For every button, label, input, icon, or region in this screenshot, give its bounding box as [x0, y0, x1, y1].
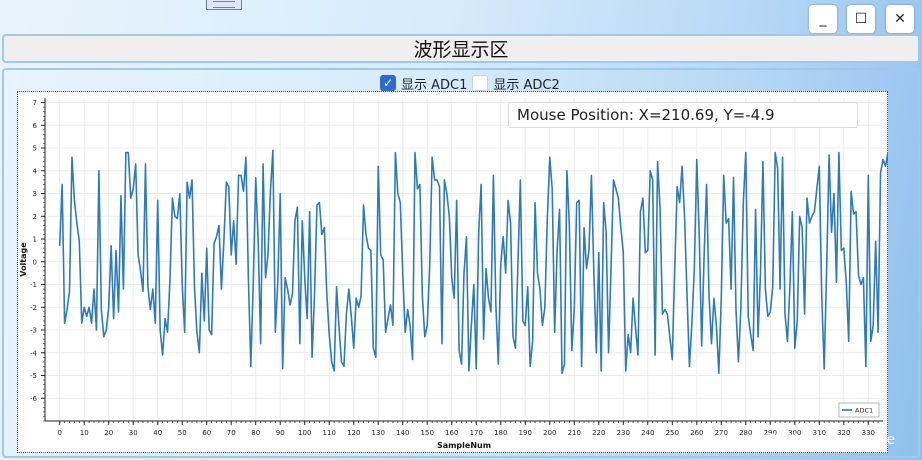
y-tick-label: 7	[33, 99, 37, 107]
close-button[interactable]: ✕	[886, 5, 914, 33]
y-axis-label: Voltage	[19, 242, 28, 277]
y-tick-label: 5	[33, 145, 37, 153]
x-tick-label: 80	[251, 429, 260, 437]
x-tick-label: 130	[372, 429, 385, 437]
x-tick-label: 0	[57, 429, 61, 437]
x-tick-label: 240	[641, 429, 654, 437]
x-tick-label: 260	[690, 429, 703, 437]
mouse-position-readout: Mouse Position: X=210.69, Y=-4.9	[508, 102, 858, 128]
x-tick-label: 280	[739, 429, 752, 437]
y-tick-label: -4	[30, 349, 38, 357]
x-tick-label: 220	[592, 429, 605, 437]
legend-entry: ADC1	[855, 407, 873, 415]
x-tick-label: 170	[470, 429, 483, 437]
waveform-chart[interactable]: 0 10 20 30 40 50 60 70 80 90 100 110 120 130 140 150 160…	[17, 91, 888, 453]
y-tick-label: -3	[30, 327, 37, 335]
x-tick-label: 90	[276, 429, 285, 437]
y-tick-label: 3	[33, 190, 37, 198]
x-tick-label: 50	[178, 429, 187, 437]
x-tick-label: 250	[666, 429, 679, 437]
minimize-button[interactable]: _	[809, 5, 837, 33]
x-tick-label: 190	[519, 429, 532, 437]
y-tick-label: -2	[30, 304, 37, 312]
y-tick-label: 6	[33, 122, 38, 130]
show-adc1-checkbox[interactable]: ✓	[380, 75, 396, 91]
show-adc2-label[interactable]: 显示 ADC2	[493, 74, 559, 93]
x-tick-label: 200	[543, 429, 556, 437]
y-tick-label: 4	[33, 167, 38, 175]
x-tick-label: 230	[617, 429, 630, 437]
show-adc1-label[interactable]: 显示 ADC1	[401, 74, 467, 93]
x-tick-label: 120	[347, 429, 360, 437]
show-adc2-checkbox[interactable]	[472, 75, 489, 91]
app-icon	[206, 0, 242, 10]
x-tick-label: 270	[715, 429, 728, 437]
x-tick-label: 210	[568, 429, 581, 437]
waveform-section-title: 波形显示区	[2, 34, 920, 63]
x-tick-label: 100	[298, 429, 311, 437]
x-axis-label: SampleNum	[437, 441, 491, 450]
y-tick-label: 0	[33, 258, 37, 266]
channel-toggles: ✓ 显示 ADC1 显示 ADC2	[380, 73, 562, 93]
y-tick-label: 1	[33, 236, 37, 244]
x-tick-label: 180	[494, 429, 507, 437]
x-tick-label: 160	[445, 429, 458, 437]
y-tick-label: -5	[30, 372, 37, 380]
maximize-button[interactable]: ☐	[847, 5, 875, 33]
x-tick-label: 40	[153, 429, 162, 437]
x-tick-label: 10	[80, 429, 89, 437]
y-tick-label: -6	[30, 395, 38, 403]
checkmark-icon: ✓	[382, 76, 394, 90]
x-tick-label: 20	[104, 429, 113, 437]
watermark: CSDN @Lemontane	[758, 432, 896, 448]
x-tick-label: 70	[227, 429, 236, 437]
x-tick-label: 30	[129, 429, 138, 437]
x-tick-label: 150	[421, 429, 434, 437]
x-tick-label: 110	[323, 429, 336, 437]
x-tick-label: 60	[202, 429, 211, 437]
x-tick-label: 140	[396, 429, 409, 437]
y-tick-label: -1	[30, 281, 37, 289]
y-tick-label: 2	[33, 213, 37, 221]
